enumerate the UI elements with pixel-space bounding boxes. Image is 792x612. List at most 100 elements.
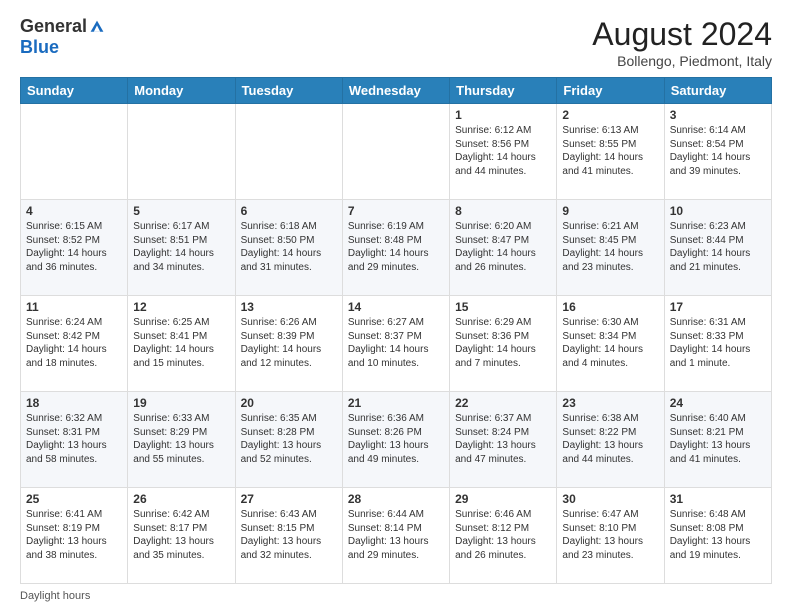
main-title: August 2024 bbox=[592, 16, 772, 53]
daylight-label: Daylight hours bbox=[20, 590, 90, 602]
calendar-day-cell: 30Sunrise: 6:47 AMSunset: 8:10 PMDayligh… bbox=[557, 488, 664, 584]
calendar-day-cell: 25 Sunrise: 6:41 AMSunset: 8:19 PMDayligh… bbox=[21, 488, 128, 584]
day-info: Sunrise: 6:37 AMSunset: 8:24 PMDaylight:… bbox=[455, 412, 551, 466]
day-info: Sunrise: 6:38 AMSunset: 8:22 PMDaylight:… bbox=[562, 412, 658, 466]
calendar-body: 1 Sunrise: 6:12 AMSunset: 8:56 PMDaylight… bbox=[21, 104, 772, 584]
day-info: Sunrise: 6:46 AMSunset: 8:12 PMDaylight:… bbox=[455, 508, 551, 562]
calendar-day-cell: 9 Sunrise: 6:21 AMSunset: 8:45 PMDaylight… bbox=[557, 200, 664, 296]
day-info: Sunrise: 6:27 AMSunset: 8:37 PMDaylight:… bbox=[348, 316, 444, 370]
day-number: 31 bbox=[670, 492, 766, 506]
day-info: Sunrise: 6:25 AMSunset: 8:41 PMDaylight:… bbox=[133, 316, 229, 370]
day-info: Sunrise: 6:40 AMSunset: 8:21 PMDaylight:… bbox=[670, 412, 766, 466]
day-info: Sunrise: 6:14 AMSunset: 8:54 PMDaylight:… bbox=[670, 124, 766, 178]
day-info: Sunrise: 6:13 AMSunset: 8:55 PMDaylight:… bbox=[562, 124, 658, 178]
header: General Blue August 2024 Bollengo, Piedm… bbox=[20, 16, 772, 69]
logo-general: General bbox=[20, 16, 87, 37]
day-number: 15 bbox=[455, 300, 551, 314]
calendar-day-cell: 29 Sunrise: 6:46 AMSunset: 8:12 PMDayligh… bbox=[450, 488, 557, 584]
calendar-day-cell: 10Sunrise: 6:23 AMSunset: 8:44 PMDayligh… bbox=[664, 200, 771, 296]
subtitle: Bollengo, Piedmont, Italy bbox=[592, 53, 772, 69]
day-number: 25 bbox=[26, 492, 122, 506]
calendar-day-cell bbox=[342, 104, 449, 200]
day-number: 14 bbox=[348, 300, 444, 314]
day-number: 18 bbox=[26, 396, 122, 410]
day-info: Sunrise: 6:23 AMSunset: 8:44 PMDaylight:… bbox=[670, 220, 766, 274]
day-number: 27 bbox=[241, 492, 337, 506]
calendar-day-cell: 18 Sunrise: 6:32 AMSunset: 8:31 PMDayligh… bbox=[21, 392, 128, 488]
day-number: 3 bbox=[670, 108, 766, 122]
calendar-day-cell: 1 Sunrise: 6:12 AMSunset: 8:56 PMDaylight… bbox=[450, 104, 557, 200]
calendar-day-cell bbox=[21, 104, 128, 200]
calendar-day-cell: 6Sunrise: 6:18 AMSunset: 8:50 PMDaylight… bbox=[235, 200, 342, 296]
calendar-day-cell: 12 Sunrise: 6:25 AMSunset: 8:41 PMDayligh… bbox=[128, 296, 235, 392]
day-info: Sunrise: 6:44 AMSunset: 8:14 PMDaylight:… bbox=[348, 508, 444, 562]
day-info: Sunrise: 6:47 AMSunset: 8:10 PMDaylight:… bbox=[562, 508, 658, 562]
footer: Daylight hours bbox=[20, 590, 772, 602]
day-of-week-header: Sunday bbox=[21, 78, 128, 104]
calendar-day-cell: 15 Sunrise: 6:29 AMSunset: 8:36 PMDayligh… bbox=[450, 296, 557, 392]
day-info: Sunrise: 6:24 AMSunset: 8:42 PMDaylight:… bbox=[26, 316, 122, 370]
day-number: 9 bbox=[562, 204, 658, 218]
day-info: Sunrise: 6:15 AMSunset: 8:52 PMDaylight:… bbox=[26, 220, 122, 274]
calendar-week-row: 4 Sunrise: 6:15 AMSunset: 8:52 PMDaylight… bbox=[21, 200, 772, 296]
day-info: Sunrise: 6:12 AMSunset: 8:56 PMDaylight:… bbox=[455, 124, 551, 178]
calendar-day-cell: 20Sunrise: 6:35 AMSunset: 8:28 PMDayligh… bbox=[235, 392, 342, 488]
calendar-day-cell: 24 Sunrise: 6:40 AMSunset: 8:21 PMDayligh… bbox=[664, 392, 771, 488]
day-of-week-header: Saturday bbox=[664, 78, 771, 104]
day-number: 22 bbox=[455, 396, 551, 410]
header-row: SundayMondayTuesdayWednesdayThursdayFrid… bbox=[21, 78, 772, 104]
page: General Blue August 2024 Bollengo, Piedm… bbox=[0, 0, 792, 612]
day-info: Sunrise: 6:30 AMSunset: 8:34 PMDaylight:… bbox=[562, 316, 658, 370]
day-info: Sunrise: 6:17 AMSunset: 8:51 PMDaylight:… bbox=[133, 220, 229, 274]
calendar-day-cell: 8 Sunrise: 6:20 AMSunset: 8:47 PMDaylight… bbox=[450, 200, 557, 296]
calendar-day-cell: 16 Sunrise: 6:30 AMSunset: 8:34 PMDayligh… bbox=[557, 296, 664, 392]
day-of-week-header: Friday bbox=[557, 78, 664, 104]
day-number: 29 bbox=[455, 492, 551, 506]
day-number: 28 bbox=[348, 492, 444, 506]
calendar-day-cell: 11 Sunrise: 6:24 AMSunset: 8:42 PMDayligh… bbox=[21, 296, 128, 392]
calendar: SundayMondayTuesdayWednesdayThursdayFrid… bbox=[20, 77, 772, 584]
day-info: Sunrise: 6:31 AMSunset: 8:33 PMDaylight:… bbox=[670, 316, 766, 370]
day-number: 17 bbox=[670, 300, 766, 314]
day-number: 11 bbox=[26, 300, 122, 314]
day-of-week-header: Monday bbox=[128, 78, 235, 104]
calendar-day-cell: 17 Sunrise: 6:31 AMSunset: 8:33 PMDayligh… bbox=[664, 296, 771, 392]
day-info: Sunrise: 6:32 AMSunset: 8:31 PMDaylight:… bbox=[26, 412, 122, 466]
calendar-week-row: 18 Sunrise: 6:32 AMSunset: 8:31 PMDayligh… bbox=[21, 392, 772, 488]
day-number: 19 bbox=[133, 396, 229, 410]
day-info: Sunrise: 6:33 AMSunset: 8:29 PMDaylight:… bbox=[133, 412, 229, 466]
day-info: Sunrise: 6:18 AMSunset: 8:50 PMDaylight:… bbox=[241, 220, 337, 274]
day-number: 16 bbox=[562, 300, 658, 314]
day-info: Sunrise: 6:29 AMSunset: 8:36 PMDaylight:… bbox=[455, 316, 551, 370]
day-number: 21 bbox=[348, 396, 444, 410]
day-number: 2 bbox=[562, 108, 658, 122]
calendar-week-row: 11 Sunrise: 6:24 AMSunset: 8:42 PMDayligh… bbox=[21, 296, 772, 392]
calendar-day-cell: 21Sunrise: 6:36 AMSunset: 8:26 PMDayligh… bbox=[342, 392, 449, 488]
day-info: Sunrise: 6:48 AMSunset: 8:08 PMDaylight:… bbox=[670, 508, 766, 562]
day-of-week-header: Wednesday bbox=[342, 78, 449, 104]
calendar-day-cell bbox=[128, 104, 235, 200]
calendar-day-cell: 3 Sunrise: 6:14 AMSunset: 8:54 PMDaylight… bbox=[664, 104, 771, 200]
day-number: 5 bbox=[133, 204, 229, 218]
day-info: Sunrise: 6:20 AMSunset: 8:47 PMDaylight:… bbox=[455, 220, 551, 274]
day-info: Sunrise: 6:21 AMSunset: 8:45 PMDaylight:… bbox=[562, 220, 658, 274]
logo-blue-text: Blue bbox=[20, 37, 59, 58]
calendar-day-cell: 31 Sunrise: 6:48 AMSunset: 8:08 PMDayligh… bbox=[664, 488, 771, 584]
day-number: 7 bbox=[348, 204, 444, 218]
day-number: 12 bbox=[133, 300, 229, 314]
day-number: 4 bbox=[26, 204, 122, 218]
day-number: 24 bbox=[670, 396, 766, 410]
day-number: 1 bbox=[455, 108, 551, 122]
logo-text: General bbox=[20, 16, 105, 37]
day-info: Sunrise: 6:41 AMSunset: 8:19 PMDaylight:… bbox=[26, 508, 122, 562]
calendar-day-cell: 13Sunrise: 6:26 AMSunset: 8:39 PMDayligh… bbox=[235, 296, 342, 392]
calendar-day-cell: 4 Sunrise: 6:15 AMSunset: 8:52 PMDaylight… bbox=[21, 200, 128, 296]
calendar-day-cell: 14 Sunrise: 6:27 AMSunset: 8:37 PMDayligh… bbox=[342, 296, 449, 392]
day-info: Sunrise: 6:26 AMSunset: 8:39 PMDaylight:… bbox=[241, 316, 337, 370]
day-number: 26 bbox=[133, 492, 229, 506]
title-section: August 2024 Bollengo, Piedmont, Italy bbox=[592, 16, 772, 69]
day-info: Sunrise: 6:35 AMSunset: 8:28 PMDaylight:… bbox=[241, 412, 337, 466]
day-of-week-header: Thursday bbox=[450, 78, 557, 104]
day-number: 8 bbox=[455, 204, 551, 218]
calendar-day-cell: 27Sunrise: 6:43 AMSunset: 8:15 PMDayligh… bbox=[235, 488, 342, 584]
